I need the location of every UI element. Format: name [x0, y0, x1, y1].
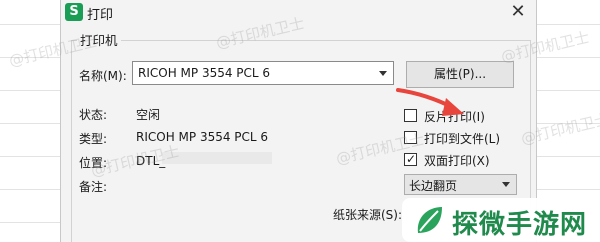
- printer-name-value: RICOH MP 3554 PCL 6: [138, 66, 271, 80]
- leaf-logo-icon: [417, 207, 442, 233]
- wps-spreadsheet-icon: S: [65, 3, 83, 21]
- checkbox-box: ✓: [404, 152, 417, 166]
- comment-label: 备注:: [79, 180, 108, 194]
- type-label: 类型:: [79, 132, 108, 146]
- background-sheet-left: [0, 0, 60, 242]
- printer-name-label: 名称(M):: [79, 69, 127, 83]
- chevron-down-icon: [379, 71, 387, 76]
- close-button[interactable]: ✕: [506, 1, 530, 23]
- paper-source-label: 纸张来源(S):: [333, 208, 403, 222]
- duplex-mode-select[interactable]: 长边翻页: [404, 174, 517, 195]
- type-value: RICOH MP 3554 PCL 6: [136, 130, 269, 144]
- status-label: 状态:: [79, 108, 108, 122]
- duplex-label: 双面打印(X): [424, 154, 490, 168]
- printer-name-select[interactable]: RICOH MP 3554 PCL 6: [132, 61, 394, 85]
- print-to-file-label: 打印到文件(L): [424, 132, 501, 146]
- red-arrow-annotation: [396, 88, 464, 116]
- printer-group-label: 打印机: [77, 30, 121, 49]
- check-icon: ✓: [406, 152, 417, 166]
- duplex-mode-value: 长边翻页: [409, 179, 458, 193]
- status-value: 空闲: [136, 108, 161, 122]
- location-label: 位置:: [79, 156, 108, 170]
- site-logo-text: 探微手游网: [452, 210, 588, 240]
- title-bar: S 打印 ✕: [61, 0, 536, 26]
- redacted-location: [162, 152, 272, 164]
- window-title: 打印: [87, 8, 114, 23]
- checkbox-box: [404, 131, 417, 144]
- chevron-down-icon: [502, 182, 510, 187]
- location-value: DTL_: [136, 154, 166, 168]
- site-logo: 探微手游网: [402, 198, 600, 242]
